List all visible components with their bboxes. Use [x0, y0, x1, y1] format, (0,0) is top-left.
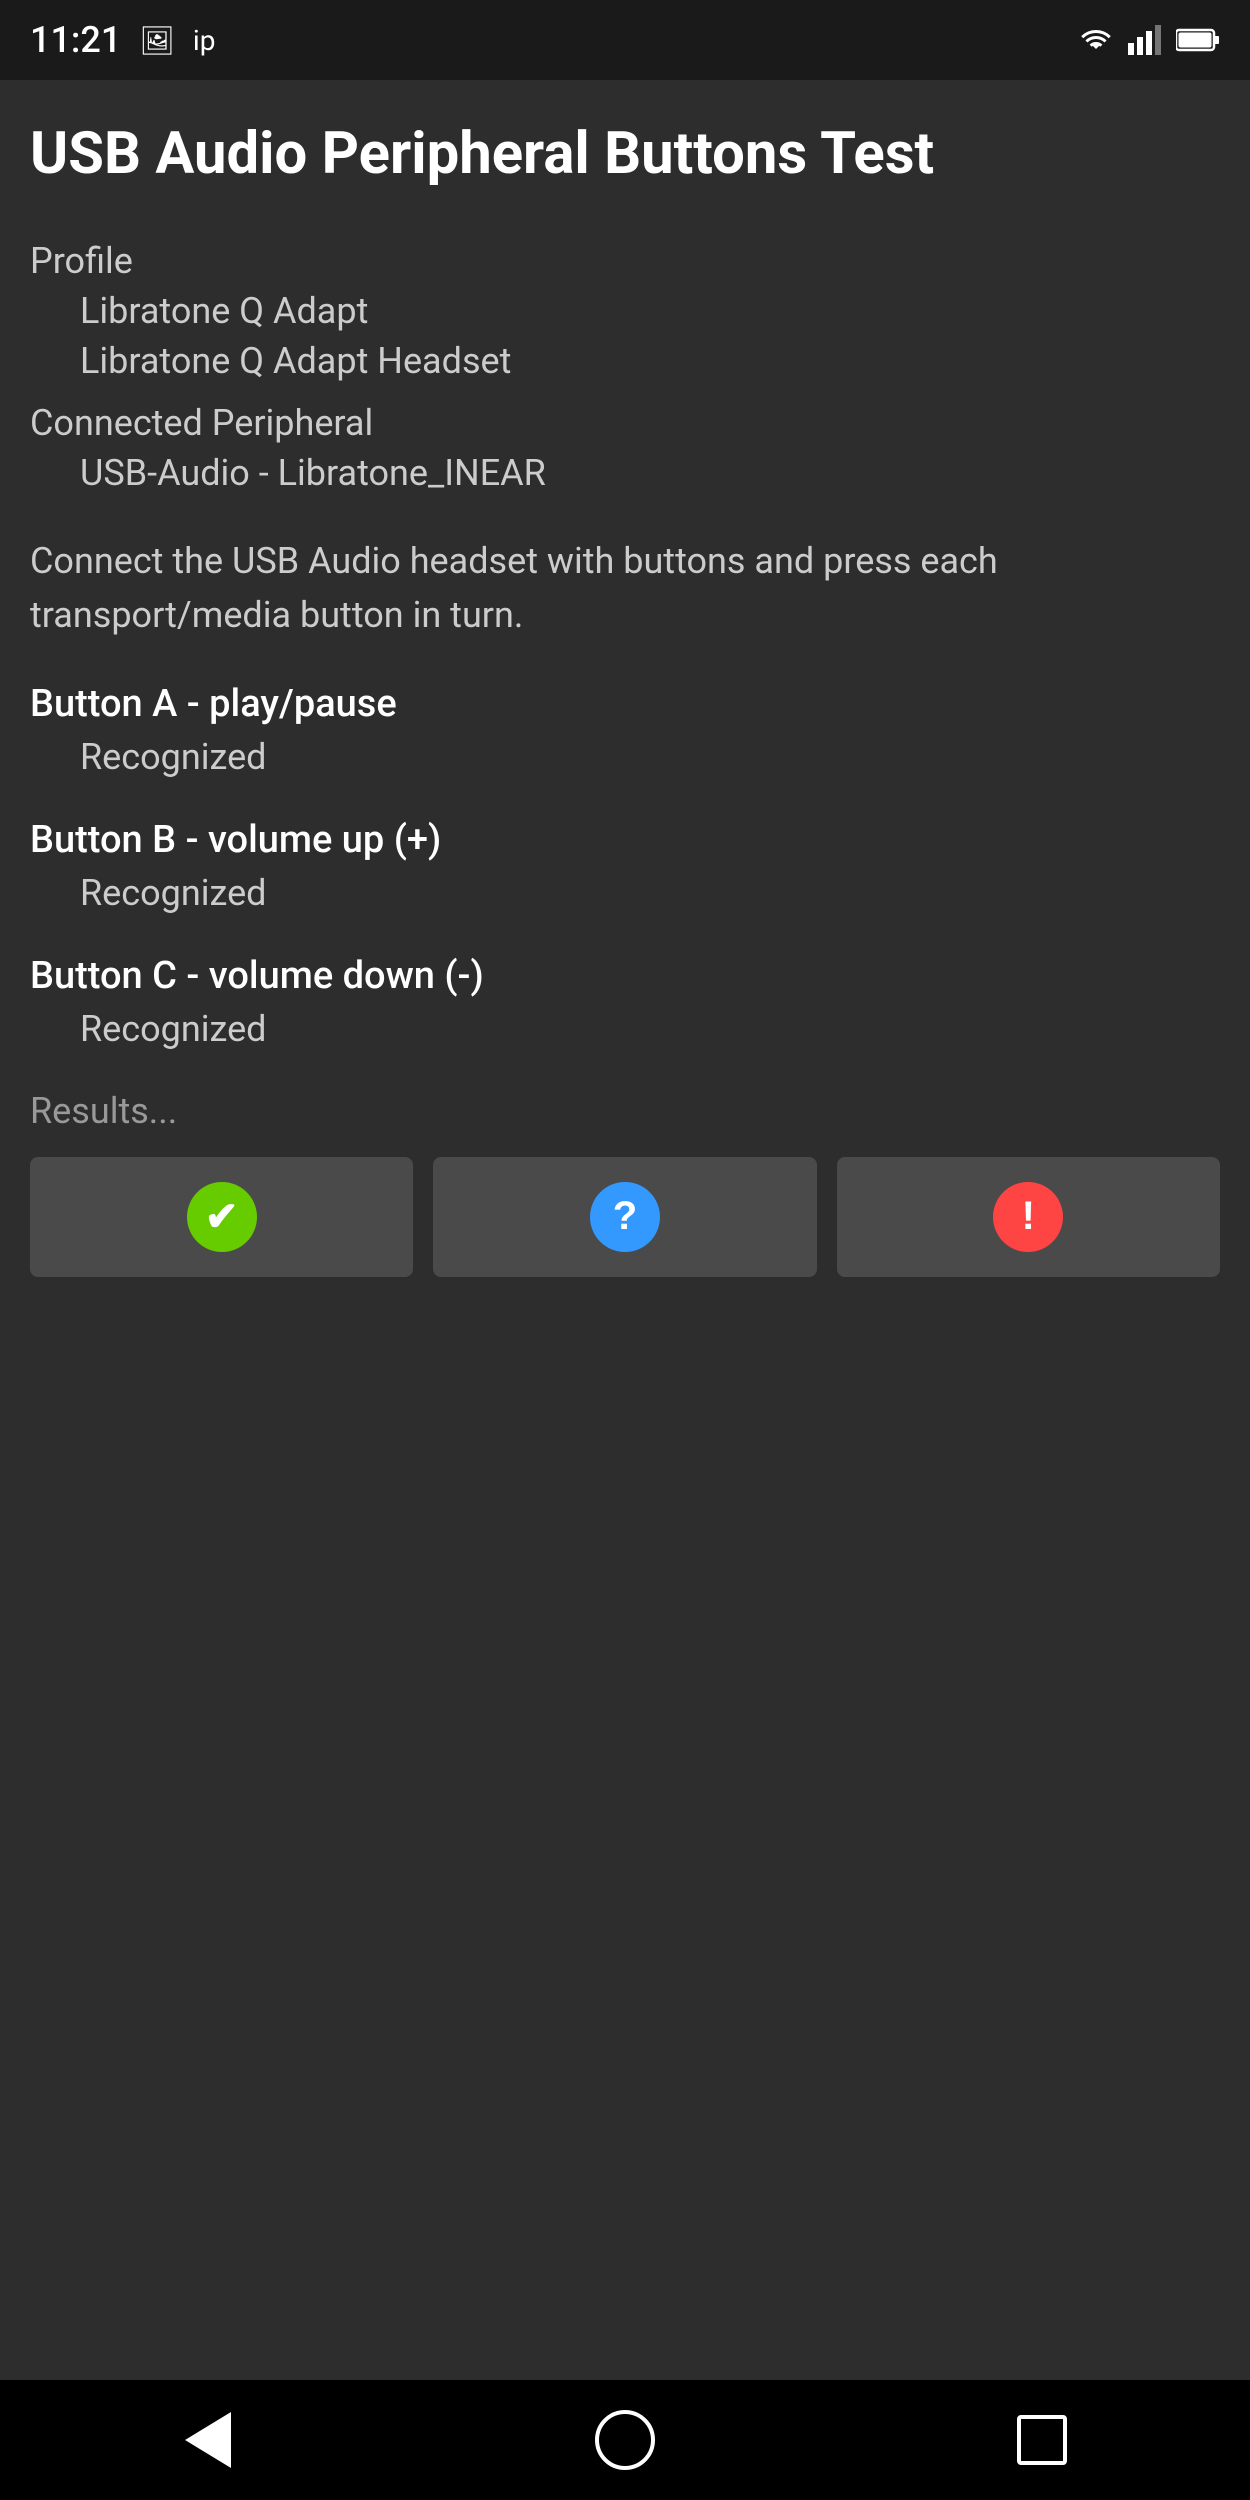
- unknown-button[interactable]: ?: [433, 1157, 816, 1277]
- button-a-status: Recognized: [30, 736, 1220, 778]
- button-c-label: Button C - volume down (-): [30, 954, 1220, 998]
- status-bar-left: 11:21 🖼 ip: [30, 19, 215, 61]
- button-c-status: Recognized: [30, 1008, 1220, 1050]
- peripheral-device-name: USB-Audio - Libratone_INEAR: [80, 452, 1220, 494]
- button-c-section: Button C - volume down (-) Recognized: [30, 954, 1220, 1050]
- profile-items: Libratone Q Adapt Libratone Q Adapt Head…: [30, 290, 1220, 382]
- fail-icon: !: [993, 1182, 1063, 1252]
- back-button[interactable]: [168, 2400, 248, 2480]
- connected-peripheral-section: Connected Peripheral USB-Audio - Librato…: [30, 402, 1220, 494]
- image-icon: 🖼: [139, 24, 175, 57]
- home-icon: [595, 2410, 655, 2470]
- wifi-icon: [1078, 25, 1114, 55]
- status-time: 11:21: [30, 19, 121, 61]
- pass-button[interactable]: ✔: [30, 1157, 413, 1277]
- profile-item-0: Libratone Q Adapt: [80, 290, 1220, 332]
- main-content: USB Audio Peripheral Buttons Test Profil…: [0, 80, 1250, 2380]
- page-title: USB Audio Peripheral Buttons Test: [30, 120, 1220, 190]
- signal-icon: [1128, 25, 1162, 55]
- recents-icon: [1017, 2415, 1067, 2465]
- profile-item-1: Libratone Q Adapt Headset: [80, 340, 1220, 382]
- status-bar: 11:21 🖼 ip: [0, 0, 1250, 80]
- pass-icon: ✔: [187, 1182, 257, 1252]
- connected-peripheral-label: Connected Peripheral: [30, 402, 1220, 444]
- results-label: Results...: [30, 1090, 1220, 1132]
- button-b-label: Button B - volume up (+): [30, 818, 1220, 862]
- button-b-status: Recognized: [30, 872, 1220, 914]
- back-icon: [185, 2412, 231, 2468]
- profile-label: Profile: [30, 240, 1220, 282]
- home-button[interactable]: [585, 2400, 665, 2480]
- battery-icon: [1176, 26, 1220, 54]
- profile-section: Profile Libratone Q Adapt Libratone Q Ad…: [30, 240, 1220, 382]
- nav-bar: [0, 2380, 1250, 2500]
- fail-button[interactable]: !: [837, 1157, 1220, 1277]
- recents-button[interactable]: [1002, 2400, 1082, 2480]
- button-b-section: Button B - volume up (+) Recognized: [30, 818, 1220, 914]
- button-a-section: Button A - play/pause Recognized: [30, 682, 1220, 778]
- instructions-text: Connect the USB Audio headset with butto…: [30, 534, 1220, 642]
- status-bar-right: [1078, 25, 1220, 55]
- connected-peripheral-device: USB-Audio - Libratone_INEAR: [30, 452, 1220, 494]
- results-section: Results... ✔ ? !: [30, 1090, 1220, 1277]
- ip-label: ip: [193, 24, 216, 57]
- result-buttons-container: ✔ ? !: [30, 1157, 1220, 1277]
- unknown-icon: ?: [590, 1182, 660, 1252]
- button-a-label: Button A - play/pause: [30, 682, 1220, 726]
